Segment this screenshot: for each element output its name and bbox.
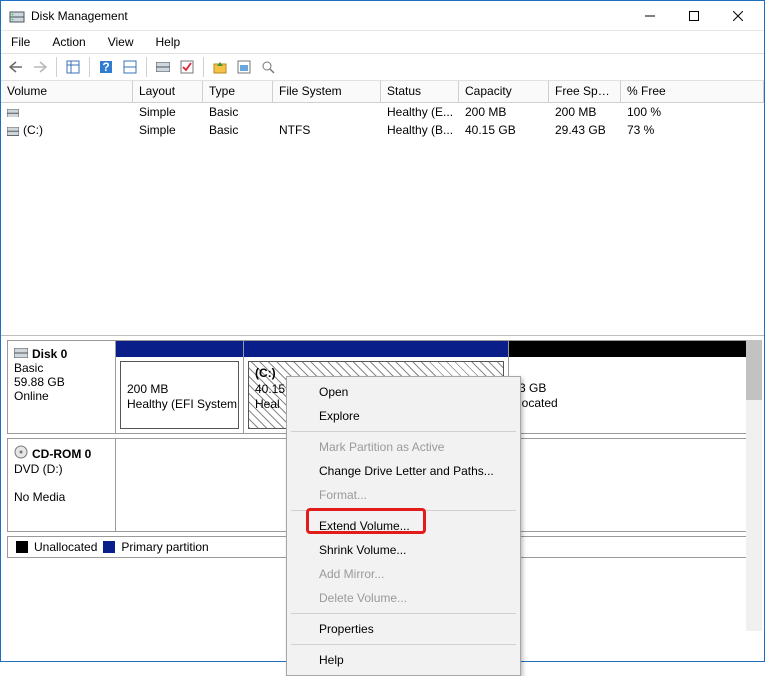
- disk-icon: [14, 347, 28, 361]
- ctx-open[interactable]: Open: [289, 380, 518, 404]
- maximize-button[interactable]: [672, 2, 716, 30]
- ctx-shrink-volume[interactable]: Shrink Volume...: [289, 538, 518, 562]
- ctx-delete-volume: Delete Volume...: [289, 586, 518, 610]
- window-title: Disk Management: [31, 9, 628, 23]
- col-free[interactable]: Free Spa...: [549, 81, 621, 102]
- toolbar-layout-icon[interactable]: [119, 56, 141, 78]
- menubar: File Action View Help: [1, 31, 764, 53]
- col-pct[interactable]: % Free: [621, 81, 764, 102]
- column-headers: Volume Layout Type File System Status Ca…: [1, 81, 764, 103]
- ctx-change-letter[interactable]: Change Drive Letter and Paths...: [289, 459, 518, 483]
- volume-row[interactable]: (C:) Simple Basic NTFS Healthy (B... 40.…: [1, 121, 764, 139]
- disk-icon[interactable]: [152, 56, 174, 78]
- minimize-button[interactable]: [628, 2, 672, 30]
- col-volume[interactable]: Volume: [1, 81, 133, 102]
- ctx-explore[interactable]: Explore: [289, 404, 518, 428]
- scrollbar-thumb[interactable]: [746, 340, 762, 400]
- partition-unallocated[interactable]: 3 GB located: [509, 341, 755, 433]
- ctx-mark-active: Mark Partition as Active: [289, 435, 518, 459]
- volume-name: (C:): [23, 123, 43, 137]
- ctx-extend-volume[interactable]: Extend Volume...: [289, 514, 518, 538]
- svg-text:?: ?: [102, 60, 109, 74]
- legend-swatch-primary: [103, 541, 115, 553]
- search-icon[interactable]: [257, 56, 279, 78]
- toolbar: ?: [1, 53, 764, 81]
- check-icon[interactable]: [176, 56, 198, 78]
- volume-icon: [7, 107, 19, 117]
- ctx-format: Format...: [289, 483, 518, 507]
- partition-header: [116, 341, 243, 357]
- help-icon[interactable]: ?: [95, 56, 117, 78]
- menu-action[interactable]: Action: [48, 33, 89, 51]
- titlebar: Disk Management: [1, 1, 764, 31]
- settings-icon[interactable]: [233, 56, 255, 78]
- ctx-properties[interactable]: Properties: [289, 617, 518, 641]
- legend-swatch-unallocated: [16, 541, 28, 553]
- back-button[interactable]: [5, 56, 27, 78]
- toolbar-view-icon[interactable]: [62, 56, 84, 78]
- col-status[interactable]: Status: [381, 81, 459, 102]
- forward-button[interactable]: [29, 56, 51, 78]
- cdrom-icon: [14, 445, 28, 462]
- app-icon: [9, 8, 25, 24]
- partition-efi[interactable]: 200 MB Healthy (EFI System P: [116, 341, 244, 433]
- partition-header: [244, 341, 508, 357]
- disk-info[interactable]: CD-ROM 0 DVD (D:) No Media: [8, 439, 116, 531]
- menu-file[interactable]: File: [7, 33, 34, 51]
- menu-view[interactable]: View: [104, 33, 138, 51]
- volume-icon: [7, 125, 19, 135]
- col-capacity[interactable]: Capacity: [459, 81, 549, 102]
- folder-up-icon[interactable]: [209, 56, 231, 78]
- partition-header: [509, 341, 755, 357]
- vertical-scrollbar[interactable]: [746, 340, 762, 631]
- menu-help[interactable]: Help: [152, 33, 185, 51]
- ctx-help[interactable]: Help: [289, 648, 518, 672]
- disk-info[interactable]: Disk 0 Basic 59.88 GB Online: [8, 341, 116, 433]
- volume-row[interactable]: Simple Basic Healthy (E... 200 MB 200 MB…: [1, 103, 764, 121]
- ctx-add-mirror: Add Mirror...: [289, 562, 518, 586]
- col-fs[interactable]: File System: [273, 81, 381, 102]
- context-menu: Open Explore Mark Partition as Active Ch…: [286, 376, 521, 676]
- close-button[interactable]: [716, 2, 760, 30]
- volume-list: Volume Layout Type File System Status Ca…: [1, 81, 764, 336]
- col-type[interactable]: Type: [203, 81, 273, 102]
- col-layout[interactable]: Layout: [133, 81, 203, 102]
